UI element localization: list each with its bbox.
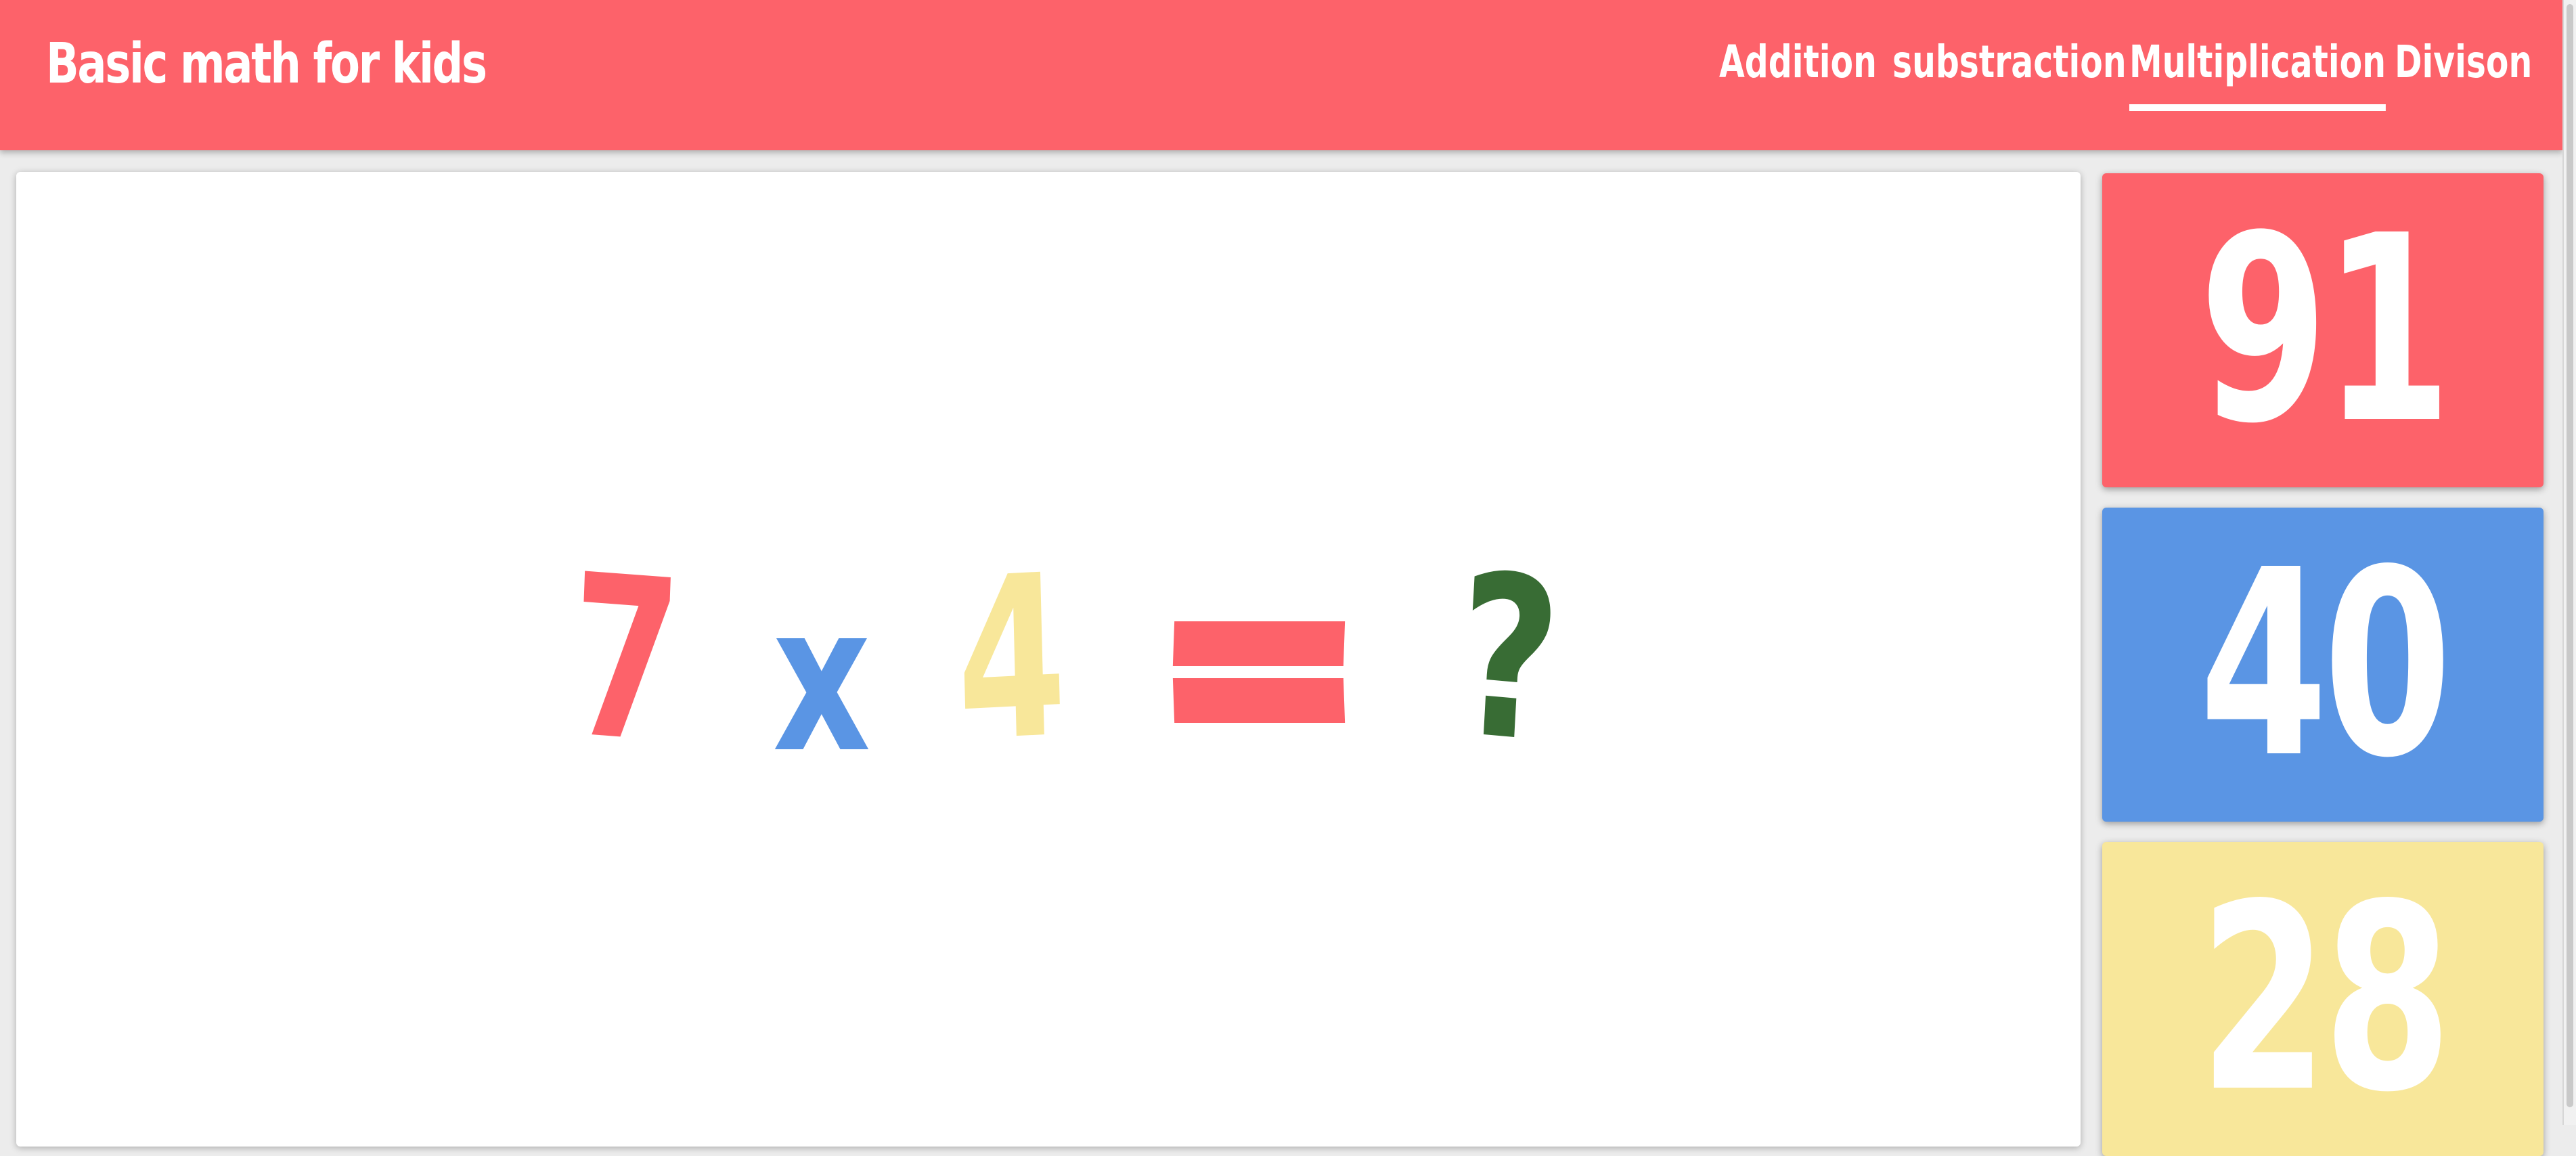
nav-multiplication[interactable]: Multiplication — [2129, 30, 2386, 111]
answer-choice-value: 91 — [2198, 180, 2452, 480]
nav-addition[interactable]: Addition — [1719, 30, 1877, 104]
nav-subtraction[interactable]: substraction — [1892, 30, 2127, 104]
answer-choice-2[interactable]: 40 — [2102, 508, 2544, 822]
vertical-scrollbar[interactable] — [2562, 0, 2576, 1125]
answer-choice-value: 28 — [2198, 849, 2452, 1149]
answer-choice-1[interactable]: 91 — [2102, 173, 2544, 487]
scrollbar-thumb[interactable] — [2567, 4, 2573, 1107]
operand-b: 4 — [954, 526, 1069, 792]
operator-sign: x — [772, 561, 871, 797]
nav-division[interactable]: Divison — [2395, 30, 2532, 104]
equals-sign-top-bar — [1172, 621, 1346, 666]
problem-board: 7 x 4 ? — [16, 172, 2081, 1147]
top-navbar: Basic math for kids Addition substractio… — [0, 0, 2562, 150]
unknown-answer-mark: ? — [1451, 525, 1566, 794]
answer-choice-value: 40 — [2198, 514, 2452, 814]
answer-choice-3[interactable]: 28 — [2102, 842, 2544, 1156]
operand-a: 7 — [567, 526, 685, 794]
equals-sign-bottom-bar — [1172, 678, 1346, 723]
app-title[interactable]: Basic math for kids — [46, 27, 487, 102]
